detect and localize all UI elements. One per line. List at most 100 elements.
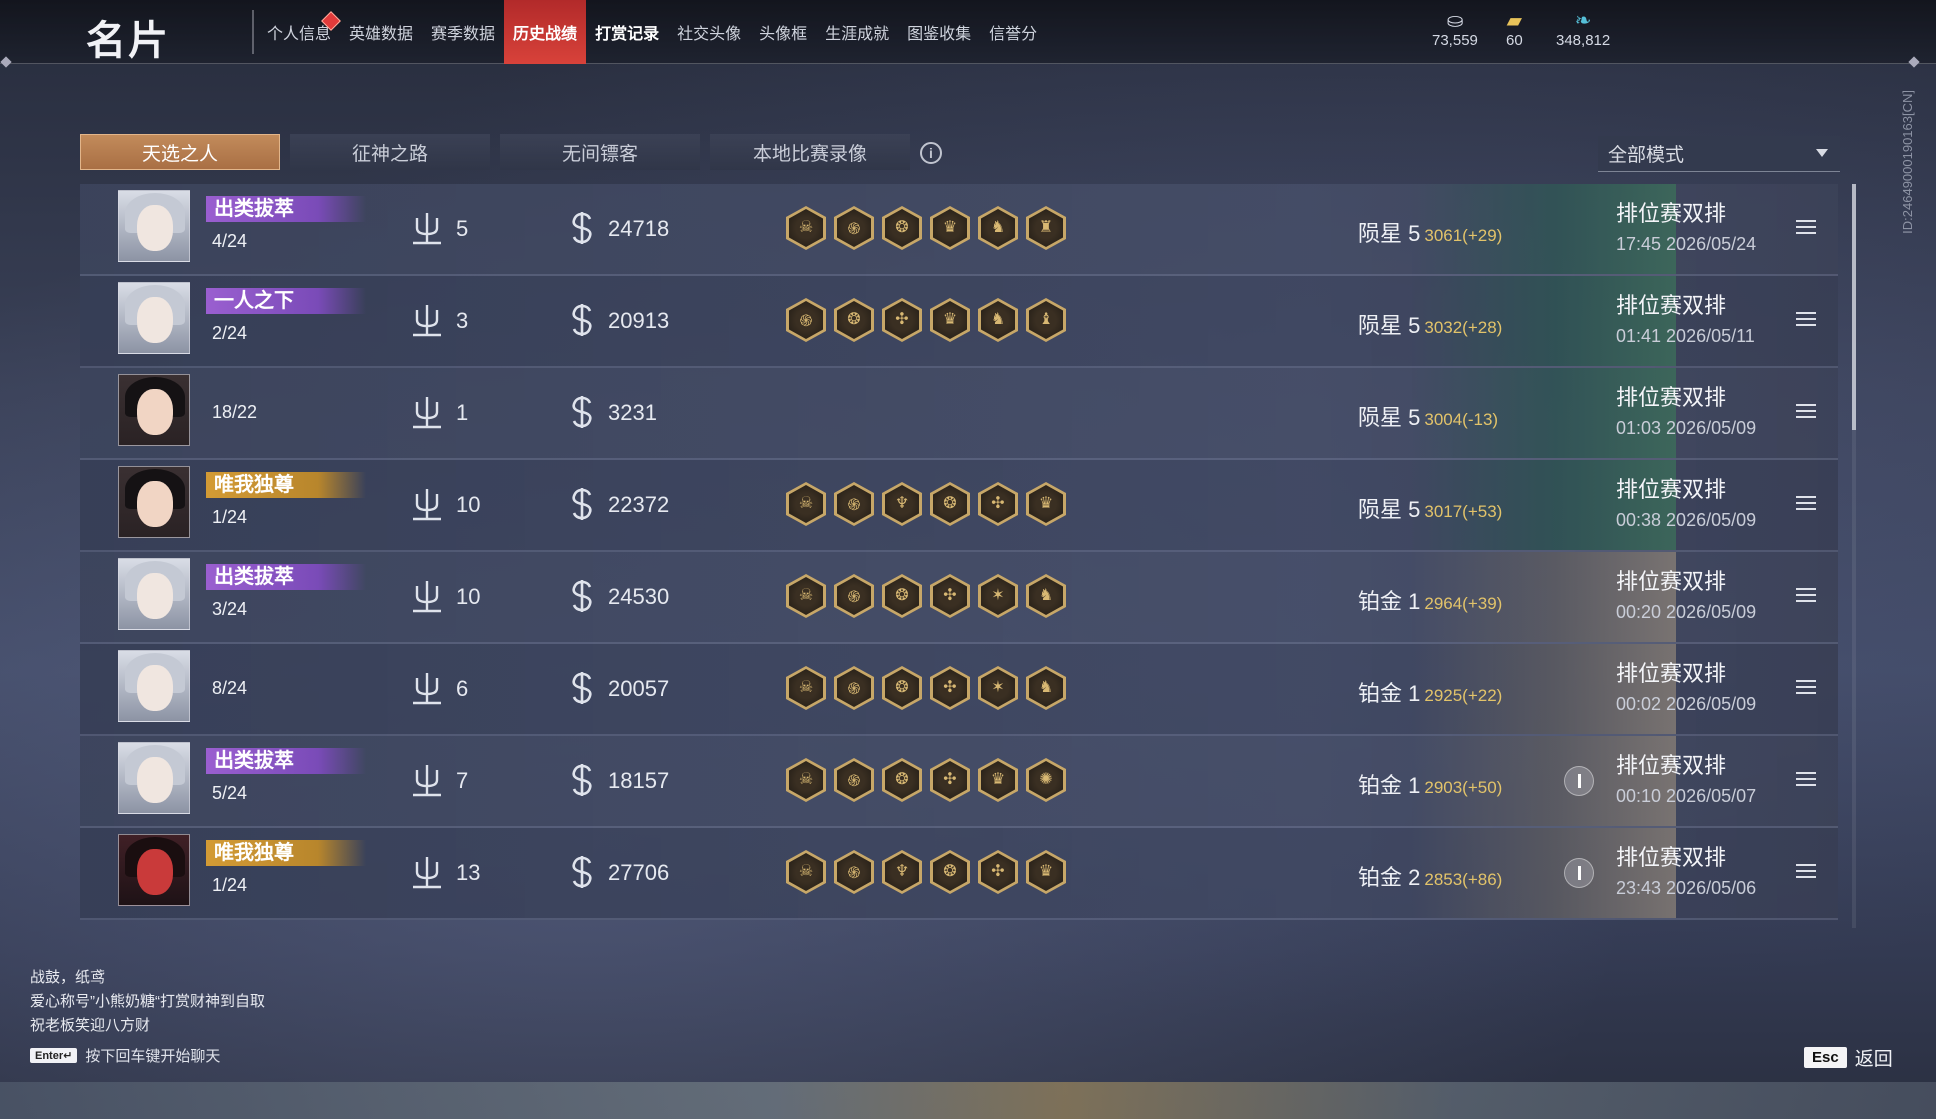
nav-tab[interactable]: 图鉴收集 xyxy=(898,0,980,64)
skill-badge-icon[interactable]: ♞ xyxy=(1026,666,1066,710)
stats-icon[interactable] xyxy=(1564,766,1594,796)
rank: 铂金 1 2925(+22) xyxy=(1358,676,1502,708)
skill-badge-icon[interactable]: ☠ xyxy=(786,850,826,894)
skill-badge-icon[interactable]: ♝ xyxy=(1026,298,1066,342)
nav-tab[interactable]: 社交头像 xyxy=(668,0,750,64)
skill-glyph: ֍ xyxy=(847,587,861,606)
nav-tab[interactable]: 历史战绩 xyxy=(504,0,587,64)
nav-tab[interactable]: 英雄数据 xyxy=(340,0,422,64)
skill-badge-icon[interactable]: ♛ xyxy=(930,298,970,342)
match-row[interactable]: 唯我独尊 1/24 10 22372 ☠ ֍ ♆ ❂ ✣ ♛ 陨星 5 3017(+53) 排位赛双排 0… xyxy=(80,460,1838,552)
skill-badge-icon[interactable]: ✶ xyxy=(978,574,1018,618)
tab-local-replays[interactable]: 本地比赛录像 xyxy=(710,134,910,170)
avatar xyxy=(118,742,190,814)
match-row[interactable]: 出类拔萃 4/24 5 24718 ☠ ֍ ❂ ♛ ♞ ♜ 陨星 5 3061(+29) 排位赛双排 17… xyxy=(80,184,1838,276)
skill-badge-icon[interactable]: ֍ xyxy=(834,758,874,802)
skill-badge-icon[interactable]: ♞ xyxy=(978,298,1018,342)
stats-icon[interactable] xyxy=(1564,858,1594,888)
skill-glyph: ✣ xyxy=(943,677,957,696)
skill-badge-icon[interactable]: ❂ xyxy=(882,574,922,618)
details-menu-icon[interactable] xyxy=(1796,496,1816,512)
skill-badge-icon[interactable]: ֍ xyxy=(834,574,874,618)
skill-badge-icon[interactable]: ☠ xyxy=(786,758,826,802)
match-history-list: 出类拔萃 4/24 5 24718 ☠ ֍ ❂ ♛ ♞ ♜ 陨星 5 3061(+29) 排位赛双排 17… xyxy=(80,184,1838,920)
details-menu-icon[interactable] xyxy=(1796,864,1816,880)
placement: 3/24 xyxy=(212,599,248,619)
skill-badge-icon[interactable]: ֍ xyxy=(834,666,874,710)
skill-badge-icon[interactable]: ♆ xyxy=(882,482,922,526)
details-menu-icon[interactable] xyxy=(1796,772,1816,788)
nav-tab[interactable]: 个人信息 xyxy=(258,0,341,64)
tab-tianxuan[interactable]: 天选之人 xyxy=(80,134,280,170)
skill-badge-icon[interactable]: ♞ xyxy=(1026,574,1066,618)
score-icon xyxy=(568,854,596,890)
tab-zhengshen[interactable]: 征神之路 xyxy=(290,134,490,170)
background-scenery xyxy=(0,1082,1936,1119)
skill-badge-icon[interactable]: ✣ xyxy=(930,666,970,710)
details-menu-icon[interactable] xyxy=(1796,220,1816,236)
skill-glyph: ❂ xyxy=(895,677,909,696)
skill-badge-icon[interactable]: ☠ xyxy=(786,206,826,250)
title-tag: 出类拔萃 xyxy=(206,564,366,590)
skill-badge-icon[interactable]: ✶ xyxy=(978,666,1018,710)
kills-count: 10 xyxy=(456,492,481,517)
skill-badge-icon[interactable]: ☠ xyxy=(786,482,826,526)
avatar xyxy=(118,558,190,630)
skill-badge-icon[interactable]: ֍ xyxy=(834,482,874,526)
skill-badge-icon[interactable]: ֍ xyxy=(786,298,826,342)
skill-badge-icon[interactable]: ♞ xyxy=(978,206,1018,250)
rank-score-delta: 2925(+22) xyxy=(1424,686,1503,705)
skill-badge-icon[interactable]: ♜ xyxy=(1026,206,1066,250)
skill-badge-icon[interactable]: ♛ xyxy=(1026,482,1066,526)
skill-badge-icon[interactable]: ♛ xyxy=(930,206,970,250)
match-row[interactable]: 18/22 1 3231 陨星 5 3004(-13) 排位赛双排 01:03 2026/0… xyxy=(80,368,1838,460)
skill-badge-icon[interactable]: ❂ xyxy=(834,298,874,342)
nav-tab[interactable]: 生涯成就 xyxy=(816,0,898,64)
details-menu-icon[interactable] xyxy=(1796,588,1816,604)
chat-input-hint[interactable]: Enter↵ 按下回车键开始聊天 xyxy=(30,1045,220,1066)
back-button[interactable]: Esc 返回 xyxy=(1804,1044,1893,1071)
details-menu-icon[interactable] xyxy=(1796,680,1816,696)
skill-badge-icon[interactable]: ❂ xyxy=(882,758,922,802)
skill-badge-icon[interactable]: ֍ xyxy=(834,206,874,250)
details-menu-icon[interactable] xyxy=(1796,312,1816,328)
skill-badge-icon[interactable]: ♛ xyxy=(1026,850,1066,894)
mode-select[interactable]: 全部模式 xyxy=(1598,136,1840,172)
skill-badge-icon[interactable]: ✣ xyxy=(930,758,970,802)
nav-tab[interactable]: 信誉分 xyxy=(980,0,1046,64)
skill-badge-icon[interactable]: ✣ xyxy=(978,850,1018,894)
skill-badge-icon[interactable]: ♛ xyxy=(978,758,1018,802)
title-tag: 一人之下 xyxy=(206,288,366,314)
kills-icon xyxy=(410,762,444,798)
skill-glyph: ♆ xyxy=(894,861,910,880)
info-icon[interactable]: i xyxy=(920,142,942,164)
match-row[interactable]: 出类拔萃 5/24 7 18157 ☠ ֍ ❂ ✣ ♛ ✺ 铂金 1 2903(+50) 排位赛双排 00… xyxy=(80,736,1838,828)
skill-badge-icon[interactable]: ☠ xyxy=(786,666,826,710)
scrollbar-thumb[interactable] xyxy=(1852,184,1856,430)
match-row[interactable]: 8/24 6 20057 ☠ ֍ ❂ ✣ ✶ ♞ 铂金 1 2925(+22) 排位赛双排 00:02 … xyxy=(80,644,1838,736)
nav-tab[interactable]: 头像框 xyxy=(750,0,816,64)
skill-badge-icon[interactable]: ♆ xyxy=(882,850,922,894)
skill-badge-icon[interactable]: ֍ xyxy=(834,850,874,894)
skill-badge-icon[interactable]: ✣ xyxy=(882,298,922,342)
match-score: 27706 xyxy=(608,860,670,885)
nav-tab[interactable]: 赛季数据 xyxy=(422,0,504,64)
skill-badge-icon[interactable]: ❂ xyxy=(930,482,970,526)
tab-wujian[interactable]: 无间镖客 xyxy=(500,134,700,170)
match-row[interactable]: 出类拔萃 3/24 10 24530 ☠ ֍ ❂ ✣ ✶ ♞ 铂金 1 2964(+39) 排位赛双排 0… xyxy=(80,552,1838,644)
skill-glyph: ֍ xyxy=(799,311,813,330)
skill-glyph: ❂ xyxy=(943,861,957,880)
skill-badge-icon[interactable]: ❂ xyxy=(882,666,922,710)
details-menu-icon[interactable] xyxy=(1796,404,1816,420)
skill-badge-icon[interactable]: ☠ xyxy=(786,574,826,618)
match-row[interactable]: 唯我独尊 1/24 13 27706 ☠ ֍ ♆ ❂ ✣ ♛ 铂金 2 2853(+86) 排位赛双排 2… xyxy=(80,828,1838,920)
skill-badge-icon[interactable]: ✣ xyxy=(978,482,1018,526)
match-score: 20913 xyxy=(608,308,670,333)
skill-badge-icon[interactable]: ❂ xyxy=(882,206,922,250)
skill-badge-icon[interactable]: ❂ xyxy=(930,850,970,894)
skill-badge-icon[interactable]: ✺ xyxy=(1026,758,1066,802)
nav-tab[interactable]: 打赏记录 xyxy=(586,0,668,64)
match-row[interactable]: 一人之下 2/24 3 20913 ֍ ❂ ✣ ♛ ♞ ♝ 陨星 5 3032(+28) 排位赛双排 01… xyxy=(80,276,1838,368)
skill-badge-icon[interactable]: ✣ xyxy=(930,574,970,618)
rank: 陨星 5 3017(+53) xyxy=(1358,492,1502,524)
